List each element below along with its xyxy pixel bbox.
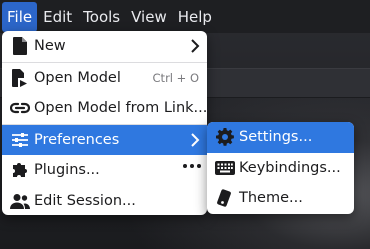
menu-item-label: Theme...	[239, 190, 303, 207]
file-icon	[10, 36, 30, 56]
menu-item-keybindings[interactable]: Keybindings...	[207, 153, 354, 184]
preferences-submenu: Settings... Keybindings... Theme...	[207, 122, 354, 214]
menu-item-edit-session[interactable]: Edit Session...	[2, 186, 207, 216]
menu-item-label: Plugins...	[34, 162, 100, 179]
sliders-icon	[10, 130, 30, 150]
chevron-right-icon	[190, 39, 200, 53]
menubar-file[interactable]: File	[2, 1, 38, 32]
menu-item-new[interactable]: New	[2, 31, 207, 62]
gear-icon	[215, 127, 235, 147]
menu-item-label: Open Model from Link...	[34, 100, 207, 117]
menu-item-preferences[interactable]: Preferences	[2, 124, 207, 155]
file-menu: New Open Model Ctrl + O Open Model from …	[2, 31, 207, 215]
menu-item-label: Edit Session...	[34, 192, 136, 209]
shortcut-label: Ctrl + O	[152, 70, 199, 85]
puzzle-icon	[10, 160, 30, 180]
palette-icon	[215, 188, 235, 208]
more-icon	[183, 164, 201, 168]
menubar: File Edit Tools View Help	[0, 0, 370, 33]
menu-item-plugins[interactable]: Plugins...	[2, 155, 207, 186]
keyboard-icon	[215, 158, 235, 178]
menubar-view[interactable]: View	[126, 2, 172, 32]
link-icon	[10, 98, 30, 118]
users-icon	[10, 191, 30, 211]
menu-item-theme[interactable]: Theme...	[207, 183, 354, 214]
chevron-right-icon	[190, 132, 200, 147]
menubar-edit[interactable]: Edit	[38, 2, 77, 32]
menubar-help[interactable]: Help	[173, 2, 217, 32]
menu-item-settings[interactable]: Settings...	[207, 122, 354, 153]
menu-item-label: Open Model	[34, 69, 121, 86]
menubar-tools[interactable]: Tools	[78, 2, 125, 32]
menu-item-label: Keybindings...	[239, 159, 341, 176]
menu-item-open-model-from-link[interactable]: Open Model from Link...	[2, 93, 207, 124]
menu-item-label: New	[34, 38, 66, 55]
menu-item-label: Settings...	[239, 129, 313, 146]
menu-item-label: Preferences	[34, 131, 120, 148]
file-open-icon	[10, 68, 30, 88]
menu-item-open-model[interactable]: Open Model Ctrl + O	[2, 63, 207, 94]
